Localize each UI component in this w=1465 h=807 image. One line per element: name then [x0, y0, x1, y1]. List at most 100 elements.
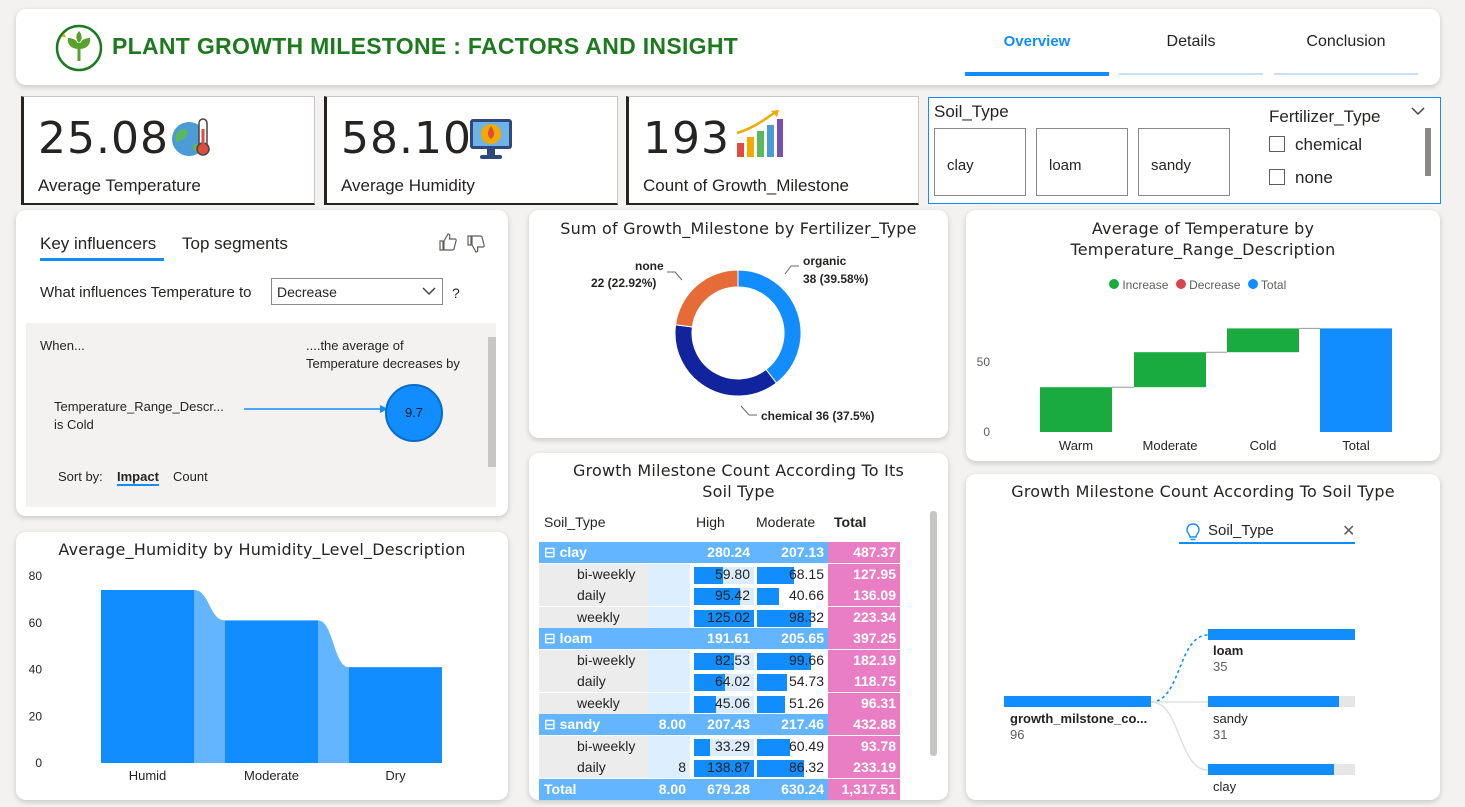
fertilizer-option-chemical[interactable]: chemical [1269, 135, 1362, 155]
cell-low [648, 563, 690, 585]
ribbon-bar-Humid[interactable] [101, 590, 194, 763]
tab-details[interactable]: Details [1119, 33, 1263, 51]
node-clay-label[interactable]: clay [1213, 779, 1236, 794]
waterfall-bar-Cold[interactable] [1227, 328, 1299, 353]
node-loam-label[interactable]: loam [1213, 643, 1243, 658]
row-label: weekly [539, 606, 648, 628]
soil-option-loam[interactable]: loam [1036, 128, 1128, 196]
influence-bubble[interactable]: 9.7 [385, 384, 443, 442]
tab-overview[interactable]: Overview [965, 33, 1109, 50]
checkbox-icon[interactable] [1269, 136, 1285, 152]
cell-total: 223.34 [828, 606, 900, 628]
col-header-soil-type[interactable]: Soil_Type [544, 514, 605, 530]
col-header-moderate[interactable]: Moderate [756, 514, 815, 530]
node-loam-value: 35 [1213, 659, 1228, 674]
node-sandy-value: 31 [1213, 727, 1228, 742]
fertilizer-slicer-title: Fertilizer_Type [1269, 107, 1381, 126]
tab-overview-underline [965, 72, 1109, 76]
chart-legend: Increase Decrease Total [1109, 278, 1286, 292]
matrix-row[interactable]: bi-weekly 33.29 60.49 93.78 [539, 735, 900, 757]
cell-moderate: 217.46 [754, 714, 828, 735]
cell-low [648, 585, 690, 606]
matrix-row[interactable]: bi-weekly 82.53 99.66 182.19 [539, 649, 900, 671]
matrix-scrollbar[interactable] [930, 511, 937, 756]
waterfall-bar-Warm[interactable] [1040, 387, 1112, 432]
tab-conclusion[interactable]: Conclusion [1274, 33, 1418, 51]
thumbs-down-icon[interactable] [466, 234, 486, 254]
tab-conclusion-underline [1274, 73, 1418, 75]
node-sandy-label[interactable]: sandy [1213, 711, 1248, 726]
cell-moderate: 86.32 [788, 759, 824, 775]
matrix-row[interactable]: daily 64.02 54.73 118.75 [539, 671, 900, 692]
soil-option-clay[interactable]: clay [934, 128, 1026, 196]
cell-moderate: 60.49 [788, 737, 824, 754]
influencer-name[interactable]: Temperature_Range_Descr... [54, 399, 224, 414]
dropdown-value: Decrease [277, 284, 337, 300]
humidity-ribbon-chart-visual: Average_Humidity by Humidity_Level_Descr… [16, 532, 508, 800]
sort-count-option[interactable]: Count [173, 469, 208, 484]
tree-connector [1150, 634, 1209, 703]
y-tick-label: 60 [29, 616, 43, 630]
kpi-value: 25.08 [38, 113, 169, 164]
matrix-total-row[interactable]: Total 8.00 679.28 630.24 1,317.51 [539, 778, 900, 800]
matrix-group-row[interactable]: ⊟ loam 191.61 205.65 397.25 [539, 628, 900, 649]
cell-high: 280.24 [690, 542, 754, 563]
influencer-panel: When... ....the average of Temperature d… [26, 323, 496, 507]
matrix-group-row[interactable]: ⊟ clay 280.24 207.13 487.37 [539, 542, 900, 563]
col-header-total[interactable]: Total [834, 514, 866, 530]
cell-high: 59.80 [714, 565, 750, 582]
cell-total: 96.31 [828, 692, 900, 714]
checkbox-icon[interactable] [1269, 169, 1285, 185]
matrix-row[interactable]: weekly 125.02 98.32 223.34 [539, 606, 900, 628]
help-icon[interactable]: ? [452, 285, 460, 301]
fertilizer-option-label: none [1295, 168, 1333, 187]
legend-increase: Increase [1122, 278, 1169, 292]
waterfall-bar-Total[interactable] [1320, 328, 1392, 432]
cell-high: 207.43 [690, 714, 754, 735]
matrix-row[interactable]: bi-weekly 59.80 68.15 127.95 [539, 563, 900, 585]
matrix-row[interactable]: daily 8 138.87 86.32 233.19 [539, 757, 900, 778]
col-header-high[interactable]: High [696, 514, 725, 530]
soil-type-slicer-title: Soil_Type [934, 102, 1009, 121]
ribbon-chart[interactable]: 0 20 40 60 80 Humid Moderate Dry [16, 562, 508, 792]
cell-low: 8 [648, 757, 690, 778]
kpi-value: 58.10 [341, 113, 472, 164]
cell-moderate: 68.15 [788, 565, 824, 582]
influence-direction-dropdown[interactable]: Decrease [271, 278, 443, 305]
fertilizer-option-none[interactable]: none [1269, 168, 1333, 188]
ribbon-bar-Moderate[interactable] [225, 620, 318, 763]
influence-question: What influences Temperature to [40, 284, 252, 301]
ribbon-bar-Dry[interactable] [349, 667, 442, 763]
cell-total: 136.09 [828, 585, 900, 606]
ribbon-connector [318, 620, 349, 763]
kpi-label: Average Temperature [38, 176, 201, 195]
row-label: daily [539, 757, 648, 778]
legend-total: Total [1260, 278, 1287, 292]
x-tick-label: Warm [1059, 438, 1093, 450]
cell-low [648, 628, 690, 649]
kpi-label: Average Humidity [341, 176, 475, 195]
tab-top-segments[interactable]: Top segments [182, 234, 288, 254]
result-header-2: Temperature decreases by [306, 356, 460, 371]
root-node-label[interactable]: growth_milstone_co... [1010, 711, 1147, 726]
cell-total: 118.75 [828, 671, 900, 692]
kpi-value: 193 [643, 113, 730, 164]
matrix-row[interactable]: weekly 45.06 51.26 96.31 [539, 692, 900, 714]
kpi-avg-temperature: 25.08 Average Temperature [21, 96, 315, 205]
tab-key-influencers[interactable]: Key influencers [40, 234, 156, 254]
panel-scrollbar[interactable] [488, 337, 496, 467]
app-title: PLANT GROWTH MILESTONE : FACTORS AND INS… [112, 33, 739, 59]
slicer-scrollbar[interactable] [1425, 128, 1431, 176]
chevron-down-icon[interactable] [1411, 106, 1425, 116]
cell-total: 397.25 [828, 628, 900, 649]
soil-option-sandy[interactable]: sandy [1138, 128, 1230, 196]
decomposition-tree[interactable] [966, 474, 1440, 800]
matrix-row[interactable]: daily 95.42 40.66 136.09 [539, 585, 900, 606]
waterfall-chart[interactable]: 0 50 Warm Moderate Cold Total [966, 300, 1440, 450]
row-label: ⊟ loam [539, 628, 648, 649]
sort-impact-option[interactable]: Impact [117, 469, 159, 486]
cell-low [648, 542, 690, 563]
waterfall-bar-Moderate[interactable] [1134, 352, 1206, 388]
thumbs-up-icon[interactable] [438, 232, 458, 252]
matrix-group-row[interactable]: ⊟ sandy 8.00 207.43 217.46 432.88 [539, 714, 900, 735]
